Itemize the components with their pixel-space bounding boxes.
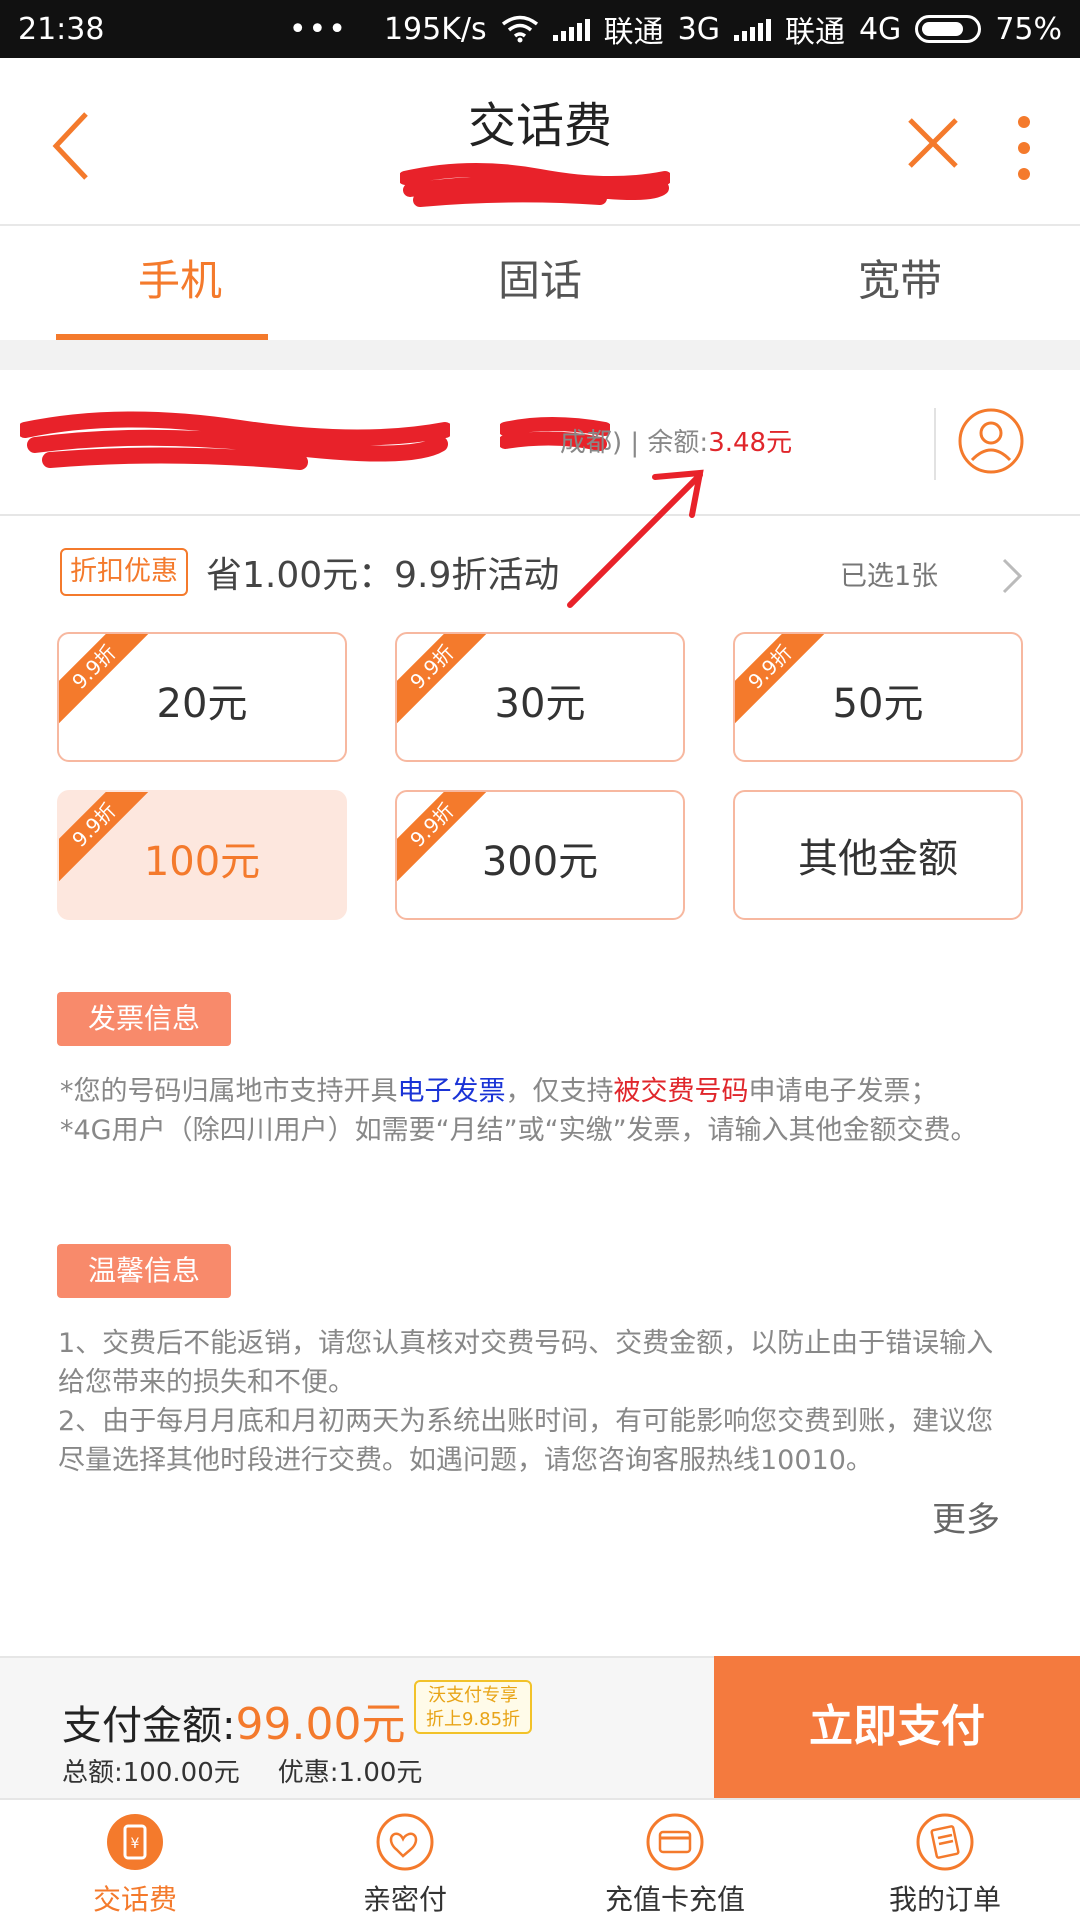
amount-option-100[interactable]: 9.9折 100元 — [57, 790, 347, 920]
hearts-icon — [376, 1813, 434, 1871]
card-icon — [646, 1813, 704, 1871]
nav-item-phone-bill[interactable]: ¥ 交话费 — [0, 1800, 270, 1920]
amount-option-other[interactable]: 其他金额 — [733, 790, 1023, 920]
network-type-2: 4G — [858, 11, 902, 47]
signal-icon — [552, 17, 590, 41]
status-bar: 21:38 ••• 195K/s 联通 3G 联通 4G 75% — [0, 0, 1080, 58]
tab-broadband[interactable]: 宽带 — [720, 226, 1080, 340]
nav-label: 亲密付 — [362, 1883, 447, 1916]
e-invoice-highlight: 电子发票 — [397, 1076, 506, 1107]
nav-label: 交话费 — [92, 1883, 177, 1916]
bottom-nav: ¥ 交话费 亲密付 充值卡充值 我的订单 — [0, 1798, 1080, 1920]
amount-option-20[interactable]: 9.9折 20元 — [57, 632, 347, 762]
app-header: 交话费 — [0, 58, 1080, 226]
pay-amount-row: 支付金额:99.00元 — [62, 1688, 405, 1752]
nav-item-card-recharge[interactable]: 充值卡充值 — [540, 1800, 810, 1920]
nav-item-intimate-pay[interactable]: 亲密付 — [270, 1800, 540, 1920]
nav-item-my-orders[interactable]: 我的订单 — [810, 1800, 1080, 1920]
wo-pay-badge: 沃支付专享折上9.85折 — [414, 1680, 532, 1734]
discount-row[interactable]: 折扣优惠 省1.00元：9.9折活动 已选1张 — [0, 542, 1080, 598]
battery-fill — [922, 22, 964, 36]
more-vertical-icon[interactable] — [1004, 108, 1044, 188]
invoice-note-text: *您的号码归属地市支持开具 — [60, 1076, 398, 1107]
paid-number-highlight: 被交费号码 — [613, 1076, 749, 1107]
redacted-phone-subtitle — [400, 163, 670, 207]
amount-label: 20元 — [156, 681, 248, 727]
amount-label: 30元 — [494, 681, 586, 727]
pay-amount-label: 支付金额: — [62, 1703, 236, 1749]
amount-label: 其他金额 — [798, 836, 958, 882]
amount-label: 50元 — [832, 681, 924, 727]
status-right: ••• 195K/s 联通 3G 联通 4G 75% — [289, 7, 1062, 51]
nav-label: 我的订单 — [888, 1883, 1001, 1916]
pay-summary: 总额:100.00元 优惠:1.00元 — [62, 1752, 422, 1789]
tip-1: 1、交费后不能返销，请您认真核对交费号码、交费金额，以防止由于错误输入给您带来的… — [58, 1328, 994, 1398]
phone-bill-icon: ¥ — [107, 1814, 163, 1870]
status-time: 21:38 — [18, 11, 105, 47]
section-gap — [0, 340, 1080, 370]
carrier-2: 联通 — [784, 15, 845, 50]
more-link[interactable]: 更多 — [932, 1492, 1000, 1541]
region-label: 成都) | 余额: — [560, 428, 709, 458]
nav-label: 充值卡充值 — [604, 1883, 745, 1916]
phone-number-row[interactable]: 成都) | 余额:3.48元 — [0, 370, 1080, 516]
pay-amount-value: 99.00元 — [235, 1699, 406, 1750]
chevron-right-icon — [1002, 558, 1023, 594]
close-icon[interactable] — [898, 108, 968, 178]
tab-mobile[interactable]: 手机 — [0, 226, 360, 340]
amount-option-300[interactable]: 9.9折 300元 — [395, 790, 685, 920]
balance-value: 3.48元 — [708, 428, 793, 458]
amount-option-50[interactable]: 9.9折 50元 — [733, 632, 1023, 762]
contact-icon[interactable] — [956, 406, 1026, 476]
wifi-icon — [501, 15, 538, 43]
balance-text: 成都) | 余额:3.48元 — [560, 422, 792, 459]
discount-amount: 优惠:1.00元 — [277, 1758, 423, 1788]
battery-percent: 75% — [995, 11, 1062, 47]
tab-landline[interactable]: 固话 — [360, 226, 720, 340]
discount-badge: 折扣优惠 — [60, 548, 188, 596]
tab-bar: 手机 固话 宽带 — [0, 226, 1080, 340]
invoice-note-text: ，仅支持 — [505, 1076, 614, 1107]
amount-label: 100元 — [143, 839, 261, 885]
network-type-1: 3G — [677, 11, 720, 47]
carrier-1: 联通 — [603, 15, 664, 50]
invoice-note-text: 申请电子发票； — [748, 1076, 938, 1107]
signal-icon-2 — [733, 17, 771, 41]
tips-notes: 1、交费后不能返销，请您认真核对交费号码、交费金额，以防止由于错误输入给您带来的… — [58, 1324, 1018, 1480]
amount-label: 300元 — [481, 839, 599, 885]
tip-2: 2、由于每月月底和月初两天为系统出账时间，有可能影响您交费到账，建议您尽量选择其… — [58, 1406, 994, 1476]
discount-text: 省1.00元：9.9折活动 — [206, 555, 560, 596]
pay-now-button[interactable]: 立即支付 — [714, 1656, 1080, 1798]
divider — [934, 408, 936, 480]
status-dots: ••• — [288, 11, 348, 47]
wo-badge-line-1: 沃支付专享 — [428, 1685, 518, 1706]
svg-text:¥: ¥ — [131, 1836, 140, 1852]
invoice-info-tag: 发票信息 — [57, 992, 231, 1046]
total-amount: 总额:100.00元 — [62, 1758, 240, 1788]
invoice-note-2: *4G用户（除四川用户）如需要“月结”或“实缴”发票，请输入其他金额交费。 — [60, 1115, 978, 1146]
amount-option-30[interactable]: 9.9折 30元 — [395, 632, 685, 762]
selected-count: 已选1张 — [840, 561, 939, 592]
invoice-notes: *您的号码归属地市支持开具电子发票，仅支持被交费号码申请电子发票； *4G用户（… — [60, 1072, 1010, 1150]
invoice-note-1: *您的号码归属地市支持开具电子发票，仅支持被交费号码申请电子发票； — [60, 1072, 1010, 1111]
order-icon — [916, 1813, 974, 1871]
wo-badge-line-2: 折上9.85折 — [425, 1709, 521, 1730]
tips-info-tag: 温馨信息 — [57, 1244, 231, 1298]
redacted-phone-number — [20, 411, 450, 470]
battery-icon — [915, 15, 982, 43]
network-speed: 195K/s — [383, 11, 487, 47]
